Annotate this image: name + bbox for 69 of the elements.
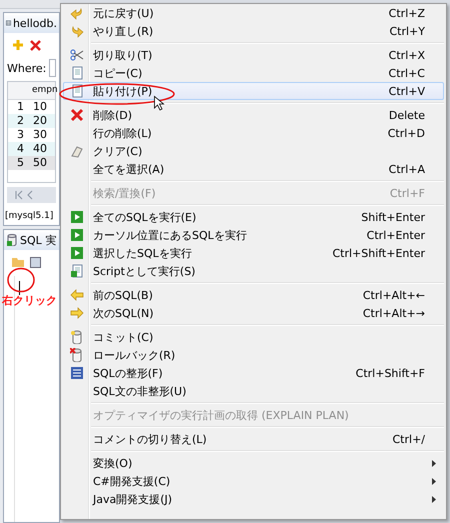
row-number: 5: [16, 156, 25, 170]
menu-item[interactable]: ロールバック(R): [63, 346, 444, 364]
play-icon: [70, 246, 84, 260]
menu-item[interactable]: 全てを選択(A) Ctrl+A: [63, 160, 444, 178]
menu-item[interactable]: SQLの整形(F) Ctrl+Shift+F: [63, 364, 444, 382]
row-number: 2: [16, 114, 25, 128]
menu-item[interactable]: やり直し(R) Ctrl+Y: [63, 22, 444, 40]
menu-item[interactable]: コミット(C): [63, 328, 444, 346]
x-icon: [70, 108, 84, 122]
cylinder-icon: [70, 330, 84, 344]
row-number: 1: [16, 100, 25, 114]
first-page-icon: [15, 190, 23, 200]
table-cell-text: 50: [32, 156, 48, 170]
table-cell-text: 30: [32, 128, 48, 142]
play-icon: [70, 228, 84, 242]
row-number: 3: [16, 128, 25, 142]
menu-item[interactable]: Scriptとして実行(S): [63, 262, 444, 280]
x-icon: [30, 40, 41, 50]
where-field[interactable]: [49, 59, 56, 77]
submenu-arrow-icon: [432, 478, 436, 484]
menu-item[interactable]: 行の削除(L) Ctrl+D: [63, 124, 444, 142]
menu-item[interactable]: 切り取り(T) Ctrl+X: [63, 46, 444, 64]
table-cell-text: 40: [32, 142, 48, 156]
database-icon: [6, 234, 18, 246]
document-icon: [70, 66, 84, 80]
submenu-arrow-icon: [432, 496, 436, 502]
menu-item[interactable]: クリア(C): [63, 142, 444, 160]
left-arrow-icon: [70, 288, 84, 302]
menu-item[interactable]: コピー(C) Ctrl+C: [63, 64, 444, 82]
table-tab[interactable]: hellodb.: [4, 13, 59, 33]
scissors-icon: [70, 48, 84, 62]
rollback-icon: [70, 348, 84, 362]
menu-item[interactable]: 選択したSQLを実行 Ctrl+Shift+Enter: [63, 244, 444, 262]
play-icon: [70, 210, 84, 224]
column-header: empn: [31, 84, 58, 97]
menu-item[interactable]: 元に戻す(U) Ctrl+Z: [63, 4, 444, 22]
format-icon: [70, 366, 84, 380]
table-row[interactable]: 2 20: [8, 114, 55, 128]
row-number: 4: [16, 142, 25, 156]
previous-page-icon: [27, 190, 33, 200]
redo-icon: [70, 24, 84, 38]
menu-item[interactable]: 前のSQL(B) Ctrl+Alt+←: [63, 286, 444, 304]
table-cell-text: 20: [32, 114, 48, 128]
annotation-label: 右クリック: [2, 293, 57, 308]
menu-item[interactable]: 貼り付け(P) Ctrl+V: [63, 82, 444, 100]
sql-tab[interactable]: SQL 実: [4, 230, 59, 250]
menu-item[interactable]: 削除(D) Delete: [63, 106, 444, 124]
menu-item[interactable]: SQL文の非整形(U): [63, 382, 444, 400]
where-label: Where:: [7, 62, 46, 74]
eraser-icon: [70, 144, 84, 158]
connection-label: [mysql5.1]: [4, 210, 54, 223]
menu-item[interactable]: 変換(O): [63, 454, 444, 472]
menu-item[interactable]: 全てのSQLを実行(E) Shift+Enter: [63, 208, 444, 226]
right-arrow-icon: [70, 306, 84, 320]
undo-icon: [70, 6, 84, 20]
plus-icon: [12, 39, 24, 51]
menu-item[interactable]: 次のSQL(N) Ctrl+Alt+→: [63, 304, 444, 322]
table-row[interactable]: 5 50: [8, 156, 55, 170]
menu-item[interactable]: カーソル位置にあるSQLを実行 Ctrl+Enter: [63, 226, 444, 244]
menu-item[interactable]: Java開発支援(J): [63, 490, 444, 508]
save-icon: [30, 256, 41, 268]
submenu-arrow-icon: [432, 460, 436, 466]
folder-icon: [12, 257, 24, 267]
annotation-circle: [6, 267, 36, 293]
table-cell-text: 10: [32, 100, 48, 114]
menu-item[interactable]: C#開発支援(C): [63, 472, 444, 490]
script-icon: [70, 264, 84, 278]
table-row[interactable]: 4 40: [8, 142, 55, 156]
menu-item[interactable]: コメントの切り替え(L) Ctrl+/: [63, 430, 444, 448]
